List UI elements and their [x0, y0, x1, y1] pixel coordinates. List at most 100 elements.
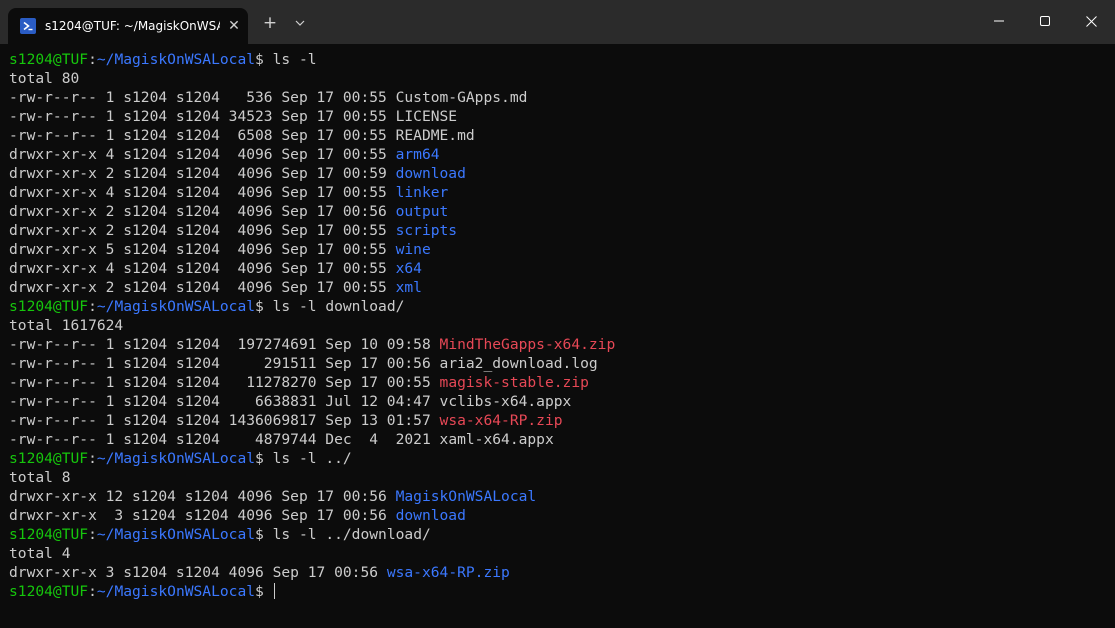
prompt-line: s1204@TUF:~/MagiskOnWSALocal$ [9, 582, 1109, 601]
output-line: -rw-r--r-- 1 s1204 s1204 6638831 Jul 12 … [9, 392, 1109, 411]
prompt-separator: : [88, 298, 97, 315]
output-text: drwxr-xr-x 4 s1204 s1204 4096 Sep 17 00:… [9, 184, 396, 201]
chevron-down-icon [295, 20, 305, 26]
output-line: total 1617624 [9, 316, 1109, 335]
prompt-path: ~/MagiskOnWSALocal [96, 298, 256, 315]
file-name: download [395, 507, 466, 524]
output-text: drwxr-xr-x 3 s1204 s1204 4096 Sep 17 00:… [9, 507, 396, 524]
output-text: -rw-r--r-- 1 s1204 s1204 34523 Sep 17 00… [9, 108, 396, 125]
output-text: drwxr-xr-x 12 s1204 s1204 4096 Sep 17 00… [9, 488, 396, 505]
command-text: ls -l download/ [272, 298, 405, 315]
output-text: -rw-r--r-- 1 s1204 s1204 1436069817 Sep … [9, 412, 440, 429]
output-text: -rw-r--r-- 1 s1204 s1204 6508 Sep 17 00:… [9, 127, 396, 144]
prompt-user: s1204@TUF [9, 51, 89, 68]
output-line: -rw-r--r-- 1 s1204 s1204 34523 Sep 17 00… [9, 107, 1109, 126]
prompt-symbol: $ [255, 51, 273, 68]
terminal-window: s1204@TUF: ~/MagiskOnWSA ✕ + s1204@TUF:~… [0, 0, 1115, 628]
file-name: wsa-x64-RP.zip [386, 564, 510, 581]
file-name: output [395, 203, 449, 220]
output-line: drwxr-xr-x 4 s1204 s1204 4096 Sep 17 00:… [9, 145, 1109, 164]
output-text: -rw-r--r-- 1 s1204 s1204 4879744 Dec 4 2… [9, 431, 440, 448]
powershell-icon [20, 18, 36, 34]
maximize-icon [1040, 16, 1050, 26]
file-name: scripts [395, 222, 458, 239]
file-name: vclibs-x64.appx [439, 393, 572, 410]
output-text: -rw-r--r-- 1 s1204 s1204 197274691 Sep 1… [9, 336, 440, 353]
output-line: total 80 [9, 69, 1109, 88]
file-name: linker [395, 184, 449, 201]
output-text: drwxr-xr-x 2 s1204 s1204 4096 Sep 17 00:… [9, 222, 396, 239]
file-name: x64 [395, 260, 422, 277]
output-line: -rw-r--r-- 1 s1204 s1204 1436069817 Sep … [9, 411, 1109, 430]
file-name: LICENSE [395, 108, 458, 125]
tab-close-button[interactable]: ✕ [220, 18, 248, 34]
output-line: drwxr-xr-x 2 s1204 s1204 4096 Sep 17 00:… [9, 202, 1109, 221]
output-line: drwxr-xr-x 2 s1204 s1204 4096 Sep 17 00:… [9, 278, 1109, 297]
prompt-line: s1204@TUF:~/MagiskOnWSALocal$ ls -l ../d… [9, 525, 1109, 544]
prompt-separator: : [88, 526, 97, 543]
file-name: MindTheGapps-x64.zip [439, 336, 616, 353]
prompt-user: s1204@TUF [9, 298, 89, 315]
file-name: magisk-stable.zip [439, 374, 589, 391]
prompt-path: ~/MagiskOnWSALocal [96, 526, 256, 543]
file-name: xml [395, 279, 422, 296]
close-icon [1085, 15, 1097, 27]
output-text: total 4 [9, 545, 71, 562]
tab-terminal[interactable]: s1204@TUF: ~/MagiskOnWSA ✕ [8, 8, 248, 44]
text-cursor [273, 583, 275, 599]
file-name: arm64 [395, 146, 440, 163]
prompt-path: ~/MagiskOnWSALocal [96, 51, 256, 68]
file-name: wine [395, 241, 431, 258]
output-line: drwxr-xr-x 4 s1204 s1204 4096 Sep 17 00:… [9, 183, 1109, 202]
file-name: Custom-GApps.md [395, 89, 528, 106]
minimize-icon [994, 20, 1004, 22]
minimize-button[interactable] [976, 0, 1022, 42]
terminal-output[interactable]: s1204@TUF:~/MagiskOnWSALocal$ ls -l total… [9, 50, 1109, 620]
prompt-symbol: $ [255, 450, 273, 467]
prompt-line: s1204@TUF:~/MagiskOnWSALocal$ ls -l ../ [9, 449, 1109, 468]
close-window-button[interactable] [1068, 0, 1114, 42]
output-text: drwxr-xr-x 2 s1204 s1204 4096 Sep 17 00:… [9, 203, 396, 220]
prompt-separator: : [88, 583, 97, 600]
file-name: download [395, 165, 466, 182]
output-text: drwxr-xr-x 5 s1204 s1204 4096 Sep 17 00:… [9, 241, 396, 258]
output-line: drwxr-xr-x 2 s1204 s1204 4096 Sep 17 00:… [9, 164, 1109, 183]
output-line: drwxr-xr-x 2 s1204 s1204 4096 Sep 17 00:… [9, 221, 1109, 240]
output-text: total 80 [9, 70, 80, 87]
file-name: xaml-x64.appx [439, 431, 554, 448]
new-tab-button[interactable]: + [258, 11, 282, 35]
prompt-path: ~/MagiskOnWSALocal [96, 583, 256, 600]
title-bar: s1204@TUF: ~/MagiskOnWSA ✕ + [0, 0, 1115, 44]
tab-dropdown-button[interactable] [288, 11, 312, 35]
output-line: -rw-r--r-- 1 s1204 s1204 197274691 Sep 1… [9, 335, 1109, 354]
prompt-symbol: $ [255, 583, 273, 600]
prompt-separator: : [88, 51, 97, 68]
output-text: drwxr-xr-x 2 s1204 s1204 4096 Sep 17 00:… [9, 279, 396, 296]
output-text: -rw-r--r-- 1 s1204 s1204 11278270 Sep 17… [9, 374, 440, 391]
file-name: wsa-x64-RP.zip [439, 412, 563, 429]
file-name: MagiskOnWSALocal [395, 488, 537, 505]
output-text: -rw-r--r-- 1 s1204 s1204 536 Sep 17 00:5… [9, 89, 396, 106]
file-name: README.md [395, 127, 475, 144]
output-line: total 4 [9, 544, 1109, 563]
output-text: drwxr-xr-x 2 s1204 s1204 4096 Sep 17 00:… [9, 165, 396, 182]
command-text: ls -l ../ [272, 450, 352, 467]
output-line: -rw-r--r-- 1 s1204 s1204 6508 Sep 17 00:… [9, 126, 1109, 145]
output-text: drwxr-xr-x 4 s1204 s1204 4096 Sep 17 00:… [9, 146, 396, 163]
output-text: -rw-r--r-- 1 s1204 s1204 6638831 Jul 12 … [9, 393, 440, 410]
output-text: -rw-r--r-- 1 s1204 s1204 291511 Sep 17 0… [9, 355, 440, 372]
prompt-line: s1204@TUF:~/MagiskOnWSALocal$ ls -l down… [9, 297, 1109, 316]
prompt-user: s1204@TUF [9, 583, 89, 600]
output-line: -rw-r--r-- 1 s1204 s1204 4879744 Dec 4 2… [9, 430, 1109, 449]
prompt-user: s1204@TUF [9, 526, 89, 543]
output-text: total 8 [9, 469, 71, 486]
command-text: ls -l [272, 51, 317, 68]
output-line: -rw-r--r-- 1 s1204 s1204 11278270 Sep 17… [9, 373, 1109, 392]
output-line: drwxr-xr-x 5 s1204 s1204 4096 Sep 17 00:… [9, 240, 1109, 259]
maximize-button[interactable] [1022, 0, 1068, 42]
output-line: drwxr-xr-x 4 s1204 s1204 4096 Sep 17 00:… [9, 259, 1109, 278]
prompt-line: s1204@TUF:~/MagiskOnWSALocal$ ls -l [9, 50, 1109, 69]
tab-title: s1204@TUF: ~/MagiskOnWSA [45, 19, 220, 33]
output-text: drwxr-xr-x 3 s1204 s1204 4096 Sep 17 00:… [9, 564, 387, 581]
output-line: drwxr-xr-x 12 s1204 s1204 4096 Sep 17 00… [9, 487, 1109, 506]
